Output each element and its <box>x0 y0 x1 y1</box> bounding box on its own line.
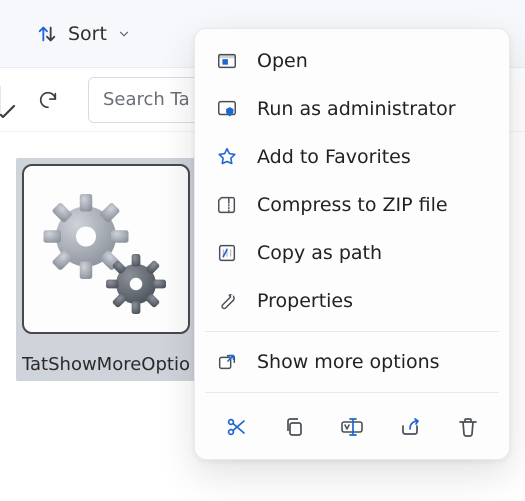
menu-item-run-as-admin[interactable]: Run as administrator <box>195 85 509 133</box>
check-icon <box>0 100 18 124</box>
delete-button[interactable] <box>450 409 486 445</box>
rename-icon <box>339 415 365 439</box>
menu-item-label: Copy as path <box>257 242 382 264</box>
rename-button[interactable] <box>334 409 370 445</box>
share-icon <box>398 415 422 439</box>
copy-button[interactable] <box>276 409 312 445</box>
menu-item-show-more-options[interactable]: Show more options <box>195 338 509 386</box>
scissors-icon <box>224 415 248 439</box>
menu-item-compress-zip[interactable]: Compress to ZIP file <box>195 181 509 229</box>
menu-item-label: Open <box>257 50 308 72</box>
menu-separator <box>205 331 499 332</box>
copy-icon <box>282 415 306 439</box>
sort-label: Sort <box>68 23 107 45</box>
open-icon <box>215 49 239 73</box>
file-tile[interactable]: TatShowMoreOptio <box>16 158 196 381</box>
gears-icon <box>31 174 181 324</box>
context-menu: Open Run as administrator Add to Favorit… <box>194 28 510 460</box>
chevron-down-icon <box>117 27 131 41</box>
menu-item-label: Add to Favorites <box>257 146 411 168</box>
copy-path-icon <box>215 241 239 265</box>
menu-item-label: Properties <box>257 290 353 312</box>
sort-button[interactable]: Sort <box>36 23 131 45</box>
sort-icon <box>36 23 58 45</box>
cut-button[interactable] <box>218 409 254 445</box>
menu-item-open[interactable]: Open <box>195 37 509 85</box>
menu-item-label: Show more options <box>257 351 440 373</box>
trash-icon <box>456 415 480 439</box>
more-options-icon <box>215 350 239 374</box>
zip-icon <box>215 193 239 217</box>
file-thumbnail <box>22 164 190 334</box>
star-icon <box>215 145 239 169</box>
menu-item-label: Run as administrator <box>257 98 456 120</box>
menu-item-properties[interactable]: Properties <box>195 277 509 325</box>
menu-item-copy-as-path[interactable]: Copy as path <box>195 229 509 277</box>
menu-item-label: Compress to ZIP file <box>257 194 448 216</box>
share-button[interactable] <box>392 409 428 445</box>
wrench-icon <box>215 289 239 313</box>
menu-separator <box>205 392 499 393</box>
menu-item-add-favorites[interactable]: Add to Favorites <box>195 133 509 181</box>
search-placeholder: Search Ta <box>103 89 190 110</box>
menu-action-row <box>195 399 509 451</box>
shield-admin-icon <box>215 97 239 121</box>
file-name-label: TatShowMoreOptio <box>22 354 190 375</box>
refresh-button[interactable] <box>24 76 72 124</box>
